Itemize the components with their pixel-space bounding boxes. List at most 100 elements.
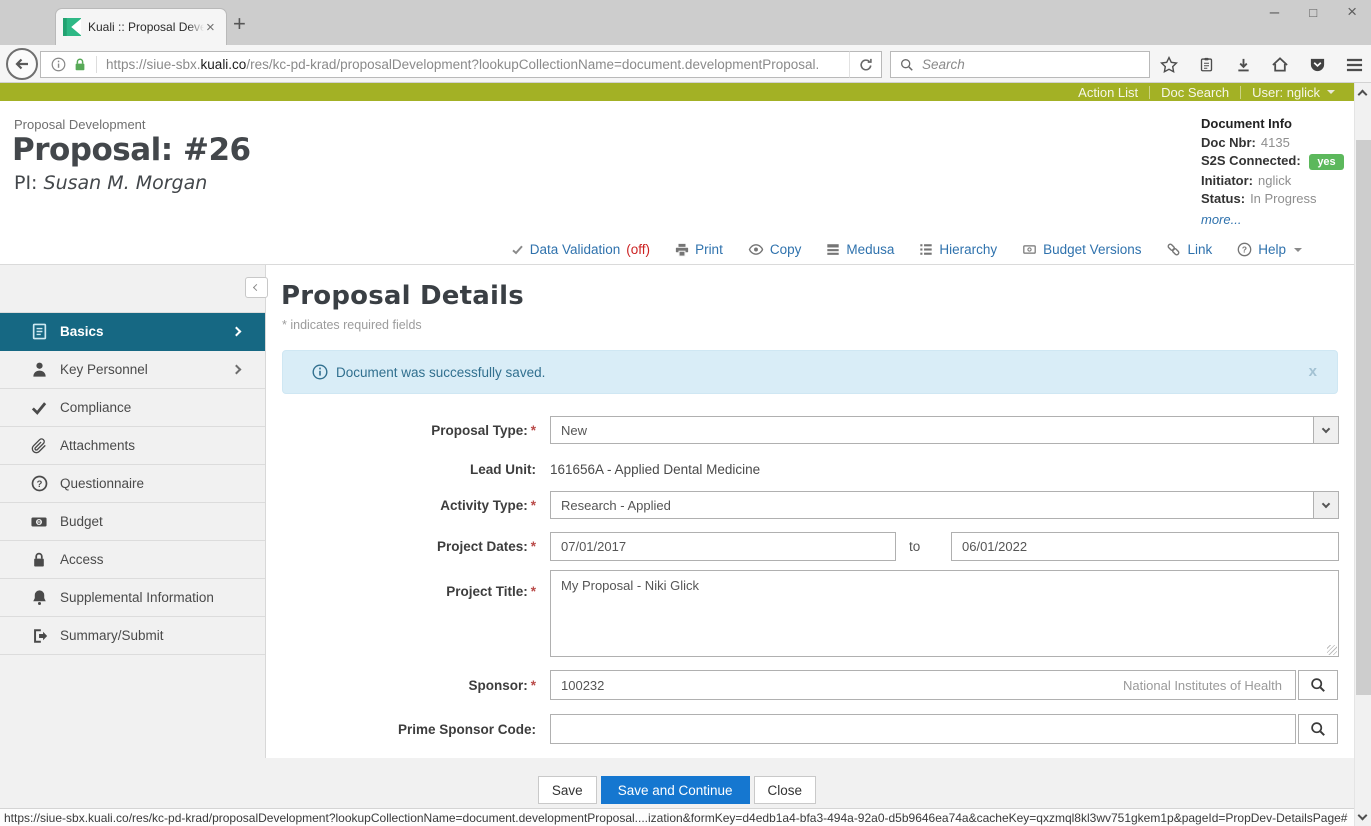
copy-link[interactable]: Copy: [748, 242, 802, 257]
prime-sponsor-input[interactable]: [550, 714, 1296, 744]
project-start-input[interactable]: [550, 532, 896, 561]
status-row: Status:In Progress: [1201, 190, 1351, 209]
proposal-type-select[interactable]: New: [550, 416, 1339, 444]
chevron-right-icon: [232, 365, 242, 375]
help-menu[interactable]: ? Help: [1237, 242, 1302, 257]
sidebar-item-access[interactable]: Access: [0, 541, 265, 579]
browser-tab[interactable]: Kuali :: Proposal Developme ×: [55, 8, 227, 45]
save-button[interactable]: Save: [538, 776, 597, 804]
user-menu[interactable]: User: nglick: [1241, 85, 1346, 100]
reload-button[interactable]: [849, 51, 882, 78]
breadcrumb: Proposal Development: [14, 117, 146, 132]
sponsor-input[interactable]: [550, 670, 1296, 700]
link-link[interactable]: Link: [1166, 242, 1212, 257]
more-link[interactable]: more...: [1201, 211, 1351, 230]
pocket-shield-icon[interactable]: [1308, 56, 1326, 73]
lock-icon: [29, 551, 49, 568]
sidebar-item-questionnaire[interactable]: ? Questionnaire: [0, 465, 265, 503]
status-url: https://siue-sbx.kuali.co/res/kc-pd-krad…: [4, 811, 1347, 825]
close-button[interactable]: Close: [754, 776, 817, 804]
svg-text:0: 0: [37, 520, 40, 526]
project-end-input[interactable]: [951, 532, 1339, 561]
kuali-favicon-icon: [63, 18, 81, 36]
svg-text:?: ?: [1242, 245, 1247, 255]
sidebar-item-compliance[interactable]: Compliance: [0, 389, 265, 427]
document-info: Document Info Doc Nbr:4135 S2S Connected…: [1201, 115, 1351, 229]
action-list-link[interactable]: Action List: [1067, 85, 1149, 100]
success-alert: Document was successfully saved. x: [282, 350, 1338, 394]
bell-icon: [29, 589, 49, 606]
hierarchy-link[interactable]: Hierarchy: [919, 242, 997, 257]
sidebar-item-supplemental-information[interactable]: Supplemental Information: [0, 579, 265, 617]
eye-icon: [748, 243, 764, 256]
resize-grip-icon[interactable]: [1327, 645, 1337, 655]
doc-search-link[interactable]: Doc Search: [1150, 85, 1240, 100]
info-icon: [312, 364, 328, 380]
search-box[interactable]: Search: [890, 51, 1150, 78]
budget-versions-link[interactable]: Budget Versions: [1022, 242, 1141, 257]
scrollbar-thumb[interactable]: [1356, 140, 1371, 695]
sidebar-item-attachments[interactable]: Attachments: [0, 427, 265, 465]
tab-title: Kuali :: Proposal Developme: [88, 20, 204, 34]
tab-close-icon[interactable]: ×: [206, 19, 215, 36]
browser-toolbar: https://siue-sbx.kuali.co/res/kc-pd-krad…: [0, 45, 1371, 83]
pi-name: Susan M. Morgan: [44, 172, 208, 194]
sidebar-item-basics[interactable]: Basics: [0, 313, 265, 351]
document-icon: [29, 323, 49, 340]
alert-close-button[interactable]: x: [1309, 363, 1317, 380]
activity-type-select[interactable]: Research - Applied: [550, 491, 1339, 519]
page-info-icon[interactable]: [51, 57, 66, 72]
pi-line: PI: Susan M. Morgan: [14, 172, 207, 194]
print-link[interactable]: Print: [675, 242, 723, 257]
save-and-continue-button[interactable]: Save and Continue: [601, 776, 750, 804]
prime-sponsor-search-button[interactable]: [1298, 714, 1338, 744]
chain-icon: [1166, 242, 1181, 257]
minimize-button[interactable]: –: [1270, 2, 1279, 22]
lead-unit-label: Lead Unit:: [266, 462, 536, 477]
data-validation-link[interactable]: Data Validation (off): [511, 242, 650, 257]
back-button[interactable]: [6, 48, 38, 80]
search-icon: [1310, 677, 1326, 693]
sidebar-nav: Basics Key Personnel Compliance: [0, 265, 266, 758]
maximize-button[interactable]: □: [1309, 5, 1317, 20]
check-icon: [29, 401, 49, 415]
sidebar-item-key-personnel[interactable]: Key Personnel: [0, 351, 265, 389]
question-icon: ?: [29, 475, 49, 492]
sidebar-item-summary-submit[interactable]: Summary/Submit: [0, 617, 265, 655]
menu-icon[interactable]: [1345, 58, 1363, 72]
dates-to-label: to: [909, 539, 920, 554]
search-icon: [1310, 721, 1326, 737]
project-dates-label: Project Dates:*: [266, 539, 536, 554]
search-placeholder: Search: [922, 57, 965, 72]
required-note: * indicates required fields: [282, 318, 422, 332]
home-icon[interactable]: [1271, 56, 1289, 73]
vertical-scrollbar[interactable]: [1354, 83, 1371, 826]
bookmark-star-icon[interactable]: [1160, 56, 1178, 74]
scroll-down-icon[interactable]: [1358, 811, 1368, 821]
scroll-up-icon[interactable]: [1358, 90, 1368, 100]
window-close-button[interactable]: ×: [1347, 2, 1357, 22]
collapse-sidebar-button[interactable]: [245, 277, 268, 298]
question-icon: ?: [1237, 242, 1252, 257]
select-arrow-icon[interactable]: [1313, 417, 1338, 443]
url-bar[interactable]: https://siue-sbx.kuali.co/res/kc-pd-krad…: [40, 51, 850, 78]
download-icon[interactable]: [1234, 57, 1252, 73]
chevron-right-icon: [232, 327, 242, 337]
sponsor-search-button[interactable]: [1298, 670, 1338, 700]
proposal-details-panel: Proposal Details * indicates required fi…: [266, 265, 1354, 758]
window-titlebar: Kuali :: Proposal Developme × + – □ ×: [0, 0, 1371, 45]
action-ribbon: Data Validation (off) Print Copy Medusa …: [0, 235, 1354, 265]
project-title-label: Project Title:*: [266, 584, 536, 599]
document-info-title: Document Info: [1201, 115, 1351, 134]
reading-list-icon[interactable]: [1197, 56, 1215, 73]
lock-icon[interactable]: [73, 57, 87, 72]
medusa-link[interactable]: Medusa: [826, 242, 894, 257]
sidebar-item-budget[interactable]: 0 Budget: [0, 503, 265, 541]
initiator-row: Initiator:nglick: [1201, 172, 1351, 191]
paperclip-icon: [29, 438, 49, 454]
select-arrow-icon[interactable]: [1313, 492, 1338, 518]
new-tab-button[interactable]: +: [233, 13, 246, 35]
search-icon: [900, 58, 914, 72]
activity-type-label: Activity Type:*: [266, 498, 536, 513]
project-title-textarea[interactable]: My Proposal - Niki Glick: [550, 570, 1339, 657]
